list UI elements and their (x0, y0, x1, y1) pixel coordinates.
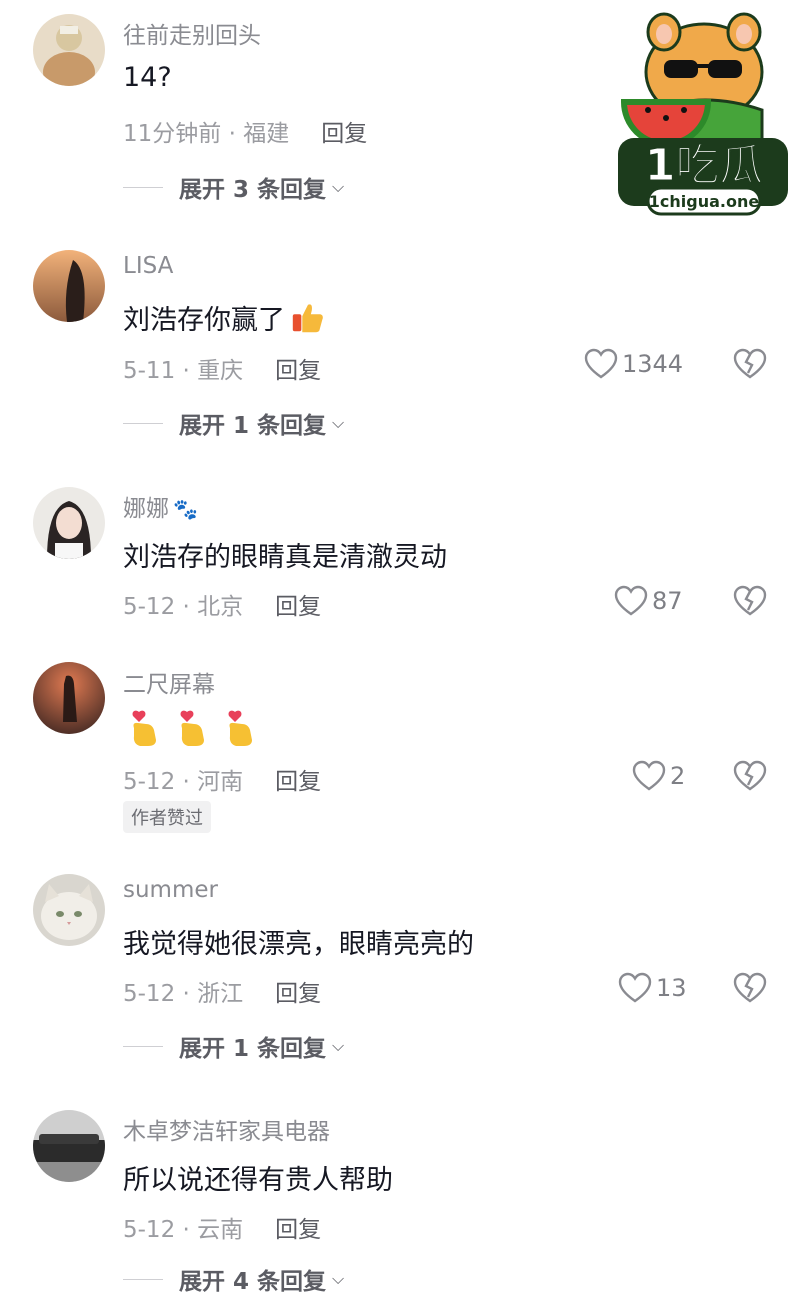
comment-emoji-row (128, 708, 258, 748)
comment-text: 14? (123, 62, 172, 93)
date-location: 5-12 · 河南 (123, 769, 244, 795)
comment-text: 刘浩存你赢了 (123, 305, 285, 336)
heart-outline-icon (632, 760, 666, 791)
reply-button[interactable]: 回复 (275, 594, 321, 620)
comment-meta: 5-12 · 云南 回复 (123, 1210, 321, 1244)
comment-text: 刘浩存的眼睛真是清澈灵动 (123, 542, 447, 573)
avatar[interactable] (33, 874, 105, 946)
username[interactable]: 娜娜 🐾 (123, 489, 198, 523)
watermark-brand: 1吃瓜 (645, 140, 764, 191)
comment-body: 刘浩存你赢了 (123, 298, 327, 337)
avatar[interactable] (33, 487, 105, 559)
chevron-down-icon: ⌵ (332, 413, 345, 432)
finger-heart-emoji (228, 710, 252, 746)
chevron-down-icon: ⌵ (332, 177, 345, 196)
finger-heart-emoji (132, 710, 156, 746)
like-button[interactable]: 1344 (584, 348, 683, 380)
broken-heart-icon[interactable] (733, 760, 767, 792)
broken-heart-icon[interactable] (733, 972, 767, 1004)
divider (123, 422, 163, 424)
username[interactable]: 二尺屏幕 (123, 665, 215, 699)
heart-outline-icon (618, 972, 652, 1003)
expand-replies-button[interactable]: 展开 3 条回复 ⌵ (123, 170, 344, 204)
comment-meta: 11分钟前 · 福建 回复 (123, 114, 367, 148)
watermark-domain: 1chigua.one (649, 192, 760, 211)
thumbs-up-emoji (292, 303, 323, 332)
like-button[interactable]: 2 (632, 760, 685, 792)
expand-replies-label: 展开 3 条回复 (179, 177, 327, 203)
expand-replies-button[interactable]: 展开 1 条回复 ⌵ (123, 1029, 344, 1063)
divider (123, 1045, 163, 1047)
chevron-down-icon: ⌵ (332, 1269, 345, 1288)
avatar[interactable] (33, 250, 105, 322)
username[interactable]: 木卓梦洁轩家具电器 (123, 1112, 330, 1146)
like-button[interactable]: 13 (618, 972, 687, 1004)
divider (123, 186, 163, 188)
broken-heart-icon[interactable] (733, 348, 767, 380)
heart-outline-icon (614, 585, 648, 616)
comment-meta: 5-12 · 浙江 回复 (123, 974, 321, 1008)
reply-button[interactable]: 回复 (321, 121, 367, 147)
username[interactable]: summer (123, 877, 218, 903)
like-button[interactable]: 87 (614, 585, 683, 617)
username[interactable]: 往前走别回头 (123, 16, 261, 50)
date-location: 5-12 · 北京 (123, 594, 244, 620)
username[interactable]: LISA (123, 253, 173, 279)
broken-heart-icon[interactable] (733, 585, 767, 617)
date-location: 5-12 · 云南 (123, 1217, 244, 1243)
expand-replies-label: 展开 4 条回复 (179, 1269, 327, 1295)
paw-icon: 🐾 (173, 497, 198, 521)
author-liked-badge: 作者赞过 (123, 801, 211, 833)
date-location: 5-12 · 浙江 (123, 981, 244, 1007)
expand-replies-button[interactable]: 展开 4 条回复 ⌵ (123, 1262, 344, 1296)
expand-replies-label: 展开 1 条回复 (179, 1036, 327, 1062)
username-text: 娜娜 (123, 496, 169, 522)
heart-outline-icon (584, 348, 618, 379)
divider (123, 1278, 163, 1280)
like-count: 87 (652, 587, 683, 615)
date-location: 5-11 · 重庆 (123, 358, 244, 384)
comment-meta: 5-12 · 北京 回复 (123, 587, 321, 621)
like-count: 1344 (622, 350, 684, 378)
avatar[interactable] (33, 1110, 105, 1182)
date-location: 11分钟前 · 福建 (123, 121, 290, 147)
reply-button[interactable]: 回复 (275, 981, 321, 1007)
comment-text: 所以说还得有贵人帮助 (123, 1165, 393, 1196)
reply-button[interactable]: 回复 (275, 769, 321, 795)
comment-meta: 5-12 · 河南 回复 (123, 762, 321, 796)
comment-meta: 5-11 · 重庆 回复 (123, 351, 321, 385)
like-count: 2 (670, 762, 686, 790)
like-count: 13 (656, 974, 687, 1002)
finger-heart-emoji (180, 710, 204, 746)
avatar[interactable] (33, 662, 105, 734)
reply-button[interactable]: 回复 (275, 1217, 321, 1243)
expand-replies-button[interactable]: 展开 1 条回复 ⌵ (123, 406, 344, 440)
reply-button[interactable]: 回复 (275, 358, 321, 384)
comment-text: 我觉得她很漂亮，眼睛亮亮的 (123, 929, 474, 960)
avatar[interactable] (33, 14, 105, 86)
chevron-down-icon: ⌵ (332, 1036, 345, 1055)
expand-replies-label: 展开 1 条回复 (179, 413, 327, 439)
watermark-logo: 1吃瓜 1chigua.one (612, 10, 794, 224)
